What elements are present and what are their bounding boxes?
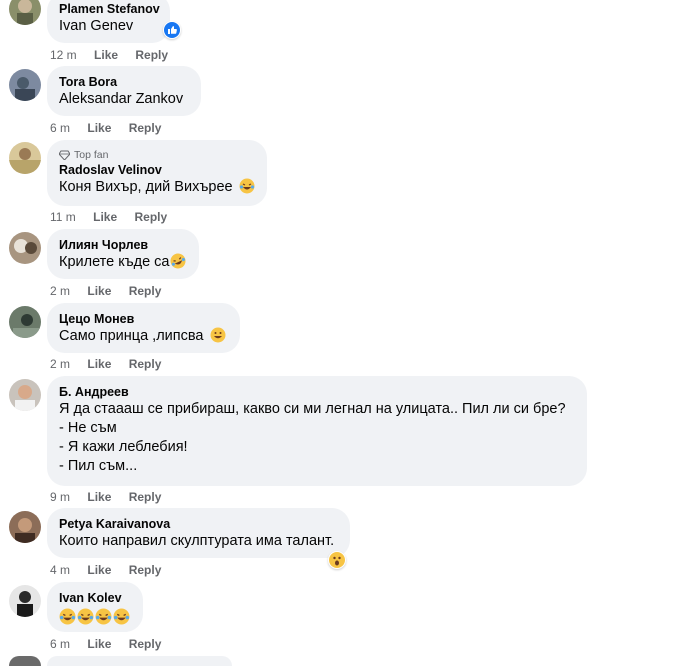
comment-text: Aleksandar Zankov <box>59 91 184 107</box>
comment-text <box>59 606 131 625</box>
comment-time[interactable]: 6 m <box>50 121 70 135</box>
comment-time[interactable]: 2 m <box>50 284 70 298</box>
comment-text-line: - Не съм <box>59 420 117 436</box>
next-avatar-partial <box>9 656 41 666</box>
reply-button[interactable]: Reply <box>129 563 162 577</box>
comment-text-line: - Я кажи леблебия! <box>59 439 188 455</box>
comment-actions: 12 m Like Reply <box>50 48 182 62</box>
like-button[interactable]: Like <box>87 563 111 577</box>
comment-bubble: Tora Bora Aleksandar Zankov <box>47 66 201 116</box>
comment-text-content: Само принца ,липсва <box>59 328 204 344</box>
comment-author[interactable]: Petya Karaivanova <box>59 516 338 532</box>
reply-button[interactable]: Reply <box>129 490 162 504</box>
comment-text: Които направил скулптурата има талант. <box>59 533 335 549</box>
comment-text-line: - Пил съм... <box>59 458 138 474</box>
comment-author[interactable]: Илиян Чорлев <box>59 237 187 253</box>
laughing-tears-emoji <box>113 608 130 625</box>
comment-author[interactable]: Radoslav Velinov <box>59 162 255 178</box>
comment-text: Ivan Genev <box>59 18 134 34</box>
like-button[interactable]: Like <box>94 48 118 62</box>
comment-text-content: Коня Вихър, дий Вихърее <box>59 179 233 195</box>
like-button[interactable]: Like <box>87 490 111 504</box>
comment-actions: 2 m Like Reply <box>50 284 175 298</box>
comment-author[interactable]: Tora Bora <box>59 74 189 90</box>
comment-bubble: Top fan Radoslav Velinov Коня Вихър, дий… <box>47 140 267 206</box>
comment-author[interactable]: Plamen Stefanov <box>59 1 160 17</box>
comment-text-content: Крилете къде са <box>59 254 170 270</box>
avatar[interactable] <box>9 142 41 174</box>
reply-button[interactable]: Reply <box>129 357 162 371</box>
comment-bubble: Ivan Kolev <box>47 582 143 632</box>
reply-button[interactable]: Reply <box>135 210 168 224</box>
comment-bubble: Илиян Чорлев Крилете къде са <box>47 229 199 279</box>
comment-text-line: Я да стаааш се прибираш, какво си ми лег… <box>59 401 566 417</box>
like-button[interactable]: Like <box>87 637 111 651</box>
comment-author[interactable]: Ivan Kolev <box>59 590 131 606</box>
like-button[interactable]: Like <box>87 121 111 135</box>
comment-bubble: Petya Karaivanova Които направил скулпту… <box>47 508 350 558</box>
laughing-tears-emoji <box>239 178 255 194</box>
like-button[interactable]: Like <box>87 284 111 298</box>
rolling-laughing-emoji <box>170 253 185 269</box>
comment-time[interactable]: 6 m <box>50 637 70 651</box>
avatar[interactable] <box>9 585 41 617</box>
like-button[interactable]: Like <box>87 357 111 371</box>
laughing-tears-emoji <box>95 608 112 625</box>
top-fan-badge: Top fan <box>59 148 255 162</box>
comment-bubble: Цецо Монев Само принца ,липсва <box>47 303 240 353</box>
like-button[interactable]: Like <box>93 210 117 224</box>
avatar[interactable] <box>9 232 41 264</box>
avatar[interactable] <box>9 379 41 411</box>
reply-button[interactable]: Reply <box>135 48 168 62</box>
comment-author[interactable]: Б. Андреев <box>59 384 575 400</box>
comment-actions: 4 m Like Reply <box>50 563 175 577</box>
comment-time[interactable]: 12 m <box>50 48 77 62</box>
comment-actions: 2 m Like Reply <box>50 357 175 371</box>
next-comment-bubble-partial <box>47 656 232 666</box>
comment-author[interactable]: Цецо Монев <box>59 311 228 327</box>
comment-text: Крилете къде са <box>59 253 187 272</box>
avatar[interactable] <box>9 69 41 101</box>
comment-actions: 11 m Like Reply <box>50 210 181 224</box>
like-reaction-icon[interactable] <box>163 21 181 39</box>
comment-actions: 6 m Like Reply <box>50 121 175 135</box>
reply-button[interactable]: Reply <box>129 121 162 135</box>
wow-reaction-icon[interactable] <box>328 551 346 569</box>
avatar[interactable] <box>9 0 41 25</box>
comment-time[interactable]: 2 m <box>50 357 70 371</box>
laughing-tears-emoji <box>59 608 76 625</box>
avatar[interactable] <box>9 306 41 338</box>
reply-button[interactable]: Reply <box>129 637 162 651</box>
comment-time[interactable]: 4 m <box>50 563 70 577</box>
comment-time[interactable]: 9 m <box>50 490 70 504</box>
comment-bubble: Б. Андреев Я да стаааш се прибираш, какв… <box>47 376 587 486</box>
comment-actions: 9 m Like Reply <box>50 490 175 504</box>
diamond-icon <box>59 150 70 160</box>
comment-actions: 6 m Like Reply <box>50 637 175 651</box>
grinning-emoji <box>210 327 226 343</box>
laughing-tears-emoji <box>77 608 94 625</box>
comment-time[interactable]: 11 m <box>50 210 76 224</box>
comment-bubble: Plamen Stefanov Ivan Genev <box>47 0 170 43</box>
reply-button[interactable]: Reply <box>129 284 162 298</box>
avatar[interactable] <box>9 511 41 543</box>
comment-text: Коня Вихър, дий Вихърее <box>59 178 255 197</box>
top-fan-label: Top fan <box>74 149 109 161</box>
comment-text: Само принца ,липсва <box>59 327 228 346</box>
